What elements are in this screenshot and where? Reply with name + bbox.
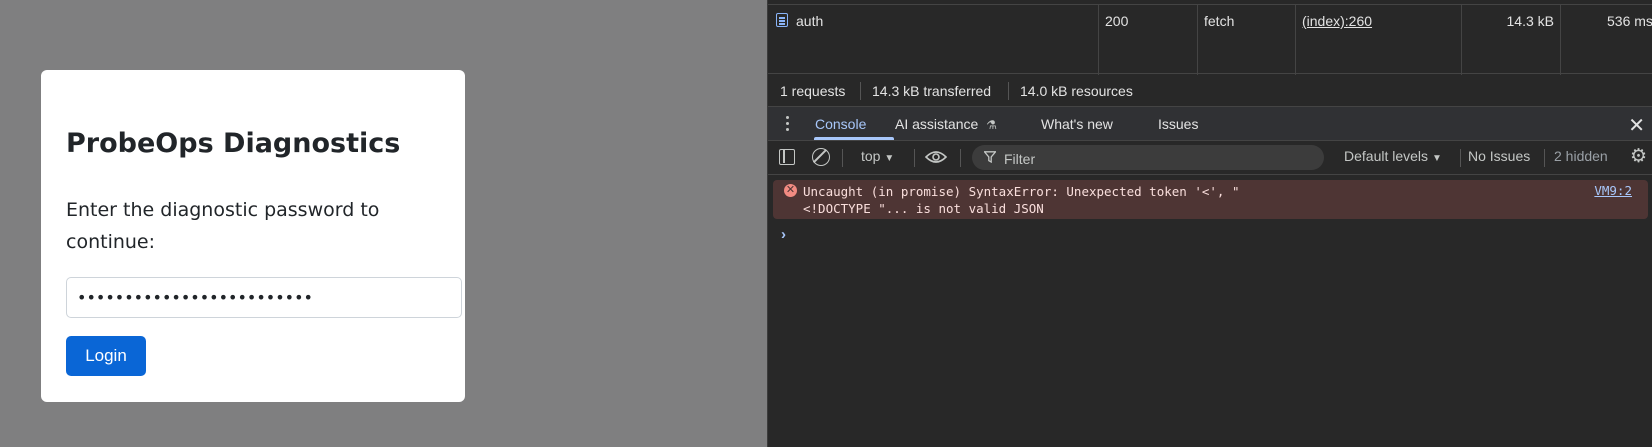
tab-whats-new[interactable]: What's new	[1041, 116, 1113, 132]
console-prompt-icon[interactable]: ›	[781, 226, 786, 243]
web-page: ProbeOps Diagnostics Enter the diagnosti…	[0, 0, 767, 447]
request-initiator-link[interactable]: (index):260	[1302, 13, 1372, 29]
initiator-cell: (index):260	[1296, 5, 1462, 75]
document-icon	[776, 13, 788, 27]
request-status: 200	[1105, 13, 1129, 29]
divider	[860, 82, 861, 100]
status-cell: 200	[1099, 5, 1198, 75]
console-toolbar: top ▼ Default levels ▼ No Issues 2 hidde…	[768, 141, 1652, 175]
tab-issues[interactable]: Issues	[1158, 116, 1198, 132]
devtools-panel: auth 200 fetch (index):260 14.3 kB 536 m…	[767, 0, 1652, 447]
caret-down-icon: ▼	[1431, 153, 1442, 164]
context-selector[interactable]: top ▼	[861, 148, 894, 164]
time-cell: 536 ms	[1561, 5, 1652, 75]
type-cell: fetch	[1198, 5, 1296, 75]
show-sidebar-icon[interactable]	[779, 149, 795, 165]
tab-ai-label: AI assistance	[895, 116, 979, 132]
divider	[960, 149, 961, 167]
network-request-row[interactable]: auth 200 fetch (index):260 14.3 kB 536 m…	[768, 4, 1652, 75]
card-title: ProbeOps Diagnostics	[66, 128, 401, 159]
request-time: 536 ms	[1607, 13, 1652, 29]
drawer-tab-bar: Console AI assistance ⚗ What's new Issues…	[768, 107, 1652, 141]
error-line-2: <!DOCTYPE "... is not valid JSON	[803, 201, 1044, 216]
console-settings-gear-icon[interactable]: ⚙	[1630, 147, 1647, 166]
filter-icon	[984, 151, 996, 163]
size-cell: 14.3 kB	[1462, 5, 1561, 75]
divider	[842, 149, 843, 167]
tab-console[interactable]: Console	[815, 116, 866, 132]
network-summary-bar: 1 requests 14.3 kB transferred 14.0 kB r…	[768, 74, 1652, 107]
resources-size: 14.0 kB resources	[1020, 83, 1133, 99]
divider	[1460, 149, 1461, 167]
close-drawer-icon[interactable]: ✕	[1628, 113, 1645, 138]
card-description: Enter the diagnostic password to continu…	[66, 199, 380, 253]
error-icon: ✕	[784, 184, 797, 197]
request-size: 14.3 kB	[1506, 13, 1554, 29]
flask-icon: ⚗	[986, 118, 998, 132]
console-error-message: ✕ Uncaught (in promise) SyntaxError: Une…	[773, 180, 1648, 219]
filter-box	[972, 145, 1324, 170]
divider	[1008, 82, 1009, 100]
log-levels-dropdown[interactable]: Default levels ▼	[1344, 148, 1442, 164]
divider	[1544, 149, 1545, 167]
transferred-size: 14.3 kB transferred	[872, 83, 992, 99]
divider	[914, 149, 915, 167]
requests-count: 1 requests	[780, 83, 846, 99]
more-options-icon[interactable]	[786, 116, 789, 132]
issues-counter[interactable]: No Issues	[1468, 148, 1530, 164]
password-input[interactable]	[66, 277, 462, 318]
login-button[interactable]: Login	[66, 336, 146, 376]
error-line-1: Uncaught (in promise) SyntaxError: Unexp…	[803, 184, 1240, 199]
request-name: auth	[796, 13, 824, 29]
request-type: fetch	[1204, 13, 1235, 29]
error-text: Uncaught (in promise) SyntaxError: Unexp…	[803, 183, 1523, 217]
log-levels-label: Default levels	[1344, 148, 1429, 164]
login-card: ProbeOps Diagnostics Enter the diagnosti…	[41, 70, 465, 402]
context-label: top	[861, 148, 881, 164]
clear-console-icon[interactable]	[812, 148, 830, 166]
error-source-link[interactable]: VM9:2	[1594, 183, 1632, 198]
name-cell: auth	[768, 5, 1099, 75]
tab-ai-assistance[interactable]: AI assistance ⚗	[895, 116, 997, 132]
caret-down-icon: ▼	[884, 153, 895, 164]
filter-input[interactable]	[1002, 147, 1306, 170]
hidden-count: 2 hidden	[1554, 148, 1608, 164]
active-tab-indicator	[814, 137, 894, 140]
eye-icon[interactable]	[925, 150, 947, 164]
